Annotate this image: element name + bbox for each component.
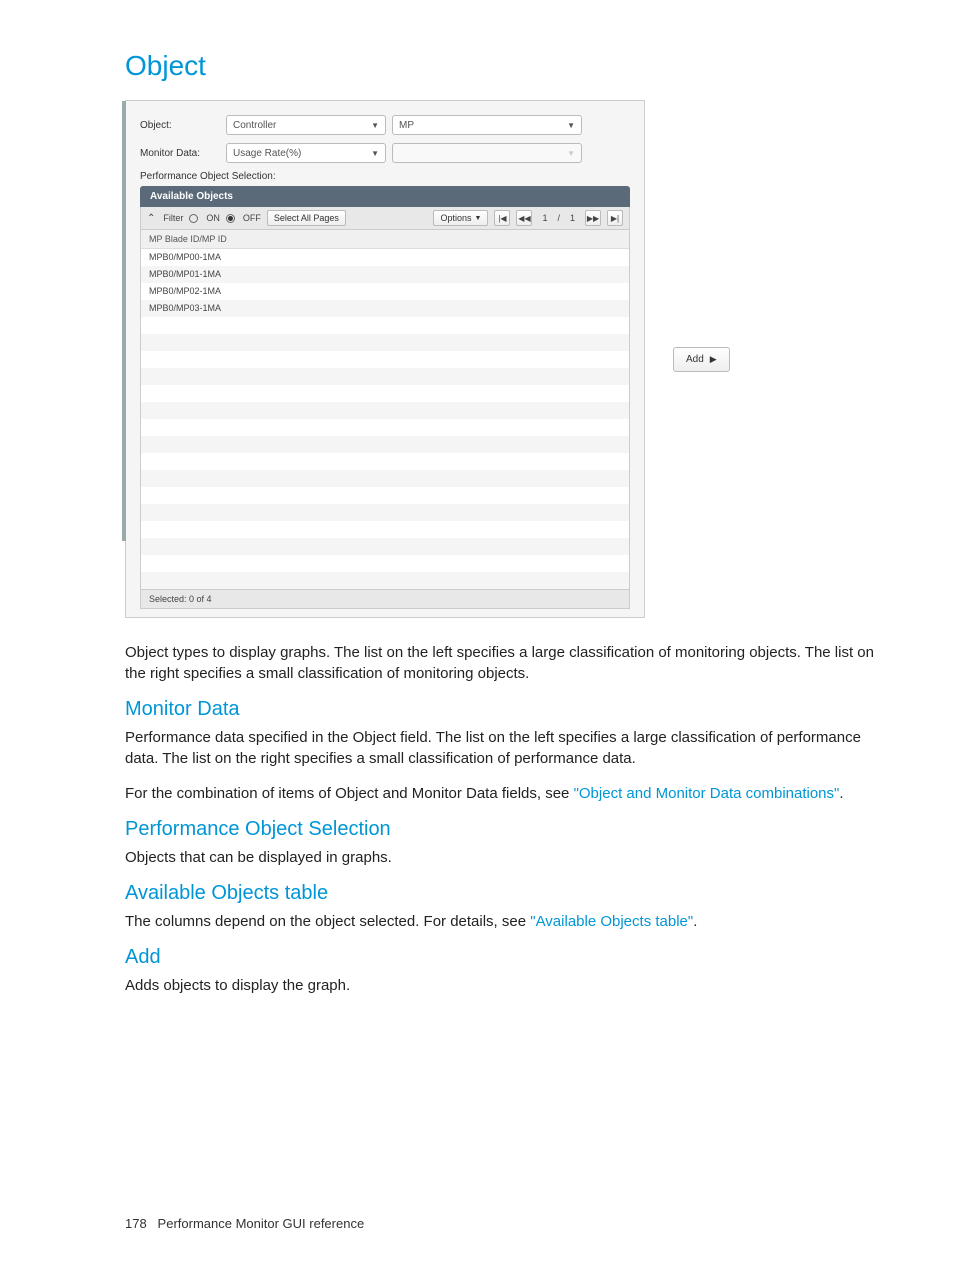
chevron-down-icon: ▼ — [567, 149, 575, 158]
object-row: Object: Controller ▼ MP ▼ — [140, 115, 630, 135]
filter-on-label: ON — [206, 213, 220, 223]
select-value: Usage Rate(%) — [233, 148, 301, 159]
table-row[interactable]: MPB0/MP00-1MA — [141, 249, 629, 266]
table-row[interactable]: MPB0/MP02-1MA — [141, 283, 629, 300]
monitor-row: Monitor Data: Usage Rate(%) ▼ ▼ — [140, 143, 630, 163]
available-objects-table: MP Blade ID/MP ID MPB0/MP00-1MAMPB0/MP01… — [140, 230, 630, 590]
available-objects-table-link[interactable]: "Available Objects table" — [530, 913, 693, 930]
object-select-right[interactable]: MP ▼ — [392, 115, 582, 135]
filter-label: Filter — [163, 213, 183, 223]
performance-object-selection-desc: Objects that can be displayed in graphs. — [125, 847, 894, 868]
available-objects-table-heading: Available Objects table — [125, 882, 894, 905]
object-label: Object: — [140, 120, 220, 131]
add-heading: Add — [125, 946, 894, 969]
monitor-data-desc1: Performance data specified in the Object… — [125, 727, 894, 769]
table-row — [141, 538, 629, 555]
pager-first-icon[interactable]: |◀ — [494, 210, 510, 226]
chevron-down-icon: ▼ — [567, 121, 575, 130]
text-part: For the combination of items of Object a… — [125, 785, 574, 802]
table-row — [141, 521, 629, 538]
add-button-label: Add — [686, 354, 704, 365]
text-part: . — [839, 785, 843, 802]
table-row — [141, 487, 629, 504]
pager-prev-icon[interactable]: ◀◀ — [516, 210, 532, 226]
select-all-pages-button[interactable]: Select All Pages — [267, 210, 346, 226]
monitor-data-desc2: For the combination of items of Object a… — [125, 783, 894, 804]
table-row — [141, 555, 629, 572]
monitor-select-left[interactable]: Usage Rate(%) ▼ — [226, 143, 386, 163]
chevron-down-icon: ▼ — [371, 121, 379, 130]
monitor-select-right[interactable]: ▼ — [392, 143, 582, 163]
pager-sep: / — [557, 213, 560, 223]
scrollbar-stub[interactable] — [122, 101, 126, 541]
select-value: Controller — [233, 120, 276, 131]
table-row — [141, 368, 629, 385]
object-select-left[interactable]: Controller ▼ — [226, 115, 386, 135]
add-desc: Adds objects to display the graph. — [125, 975, 894, 996]
object-description: Object types to display graphs. The list… — [125, 642, 894, 684]
chevron-right-icon: ▶ — [710, 354, 717, 365]
chevron-down-icon: ▼ — [371, 149, 379, 158]
table-row[interactable]: MPB0/MP03-1MA — [141, 300, 629, 317]
object-monitor-combinations-link[interactable]: "Object and Monitor Data combinations" — [574, 785, 840, 802]
pager-next-icon[interactable]: ▶▶ — [585, 210, 601, 226]
available-objects-tab: Available Objects — [140, 186, 630, 207]
table-body: MPB0/MP00-1MAMPB0/MP01-1MAMPB0/MP02-1MAM… — [141, 249, 629, 589]
select-value: MP — [399, 120, 414, 131]
pager-current: 1 — [538, 213, 551, 223]
table-row — [141, 453, 629, 470]
available-objects-table-desc: The columns depend on the object selecte… — [125, 911, 894, 932]
screenshot-figure: Object: Controller ▼ MP ▼ Monitor Data: … — [125, 100, 894, 618]
text-part: . — [693, 913, 697, 930]
filter-off-label: OFF — [243, 213, 261, 223]
options-label: Options — [440, 213, 471, 223]
monitor-data-heading: Monitor Data — [125, 698, 894, 721]
table-row[interactable]: MPB0/MP01-1MA — [141, 266, 629, 283]
table-row — [141, 436, 629, 453]
table-row — [141, 351, 629, 368]
pager-last-icon[interactable]: ▶| — [607, 210, 623, 226]
add-button[interactable]: Add ▶ — [673, 347, 730, 372]
page-footer: 178 Performance Monitor GUI reference — [125, 1216, 894, 1231]
pager-total: 1 — [566, 213, 579, 223]
table-footer: Selected: 0 of 4 — [140, 590, 630, 609]
table-row — [141, 317, 629, 334]
footer-page-number: 178 — [125, 1216, 147, 1231]
table-row — [141, 504, 629, 521]
table-row — [141, 334, 629, 351]
object-panel: Object: Controller ▼ MP ▼ Monitor Data: … — [125, 100, 645, 618]
table-row — [141, 572, 629, 589]
performance-object-selection-heading: Performance Object Selection — [125, 818, 894, 841]
footer-section: Performance Monitor GUI reference — [158, 1216, 365, 1231]
table-row — [141, 402, 629, 419]
filter-off-radio[interactable] — [226, 214, 235, 223]
table-row — [141, 419, 629, 436]
performance-object-selection-label: Performance Object Selection: — [140, 171, 630, 182]
chevron-down-icon: ▼ — [475, 215, 482, 222]
table-toolbar: ⌃ Filter ON OFF Select All Pages Options… — [140, 207, 630, 230]
filter-on-radio[interactable] — [189, 214, 198, 223]
monitor-label: Monitor Data: — [140, 148, 220, 159]
collapse-icon[interactable]: ⌃ — [147, 213, 155, 224]
page-title: Object — [125, 50, 894, 82]
table-row — [141, 385, 629, 402]
options-button[interactable]: Options ▼ — [433, 210, 488, 226]
table-row — [141, 470, 629, 487]
table-column-header[interactable]: MP Blade ID/MP ID — [141, 230, 629, 249]
text-part: The columns depend on the object selecte… — [125, 913, 530, 930]
